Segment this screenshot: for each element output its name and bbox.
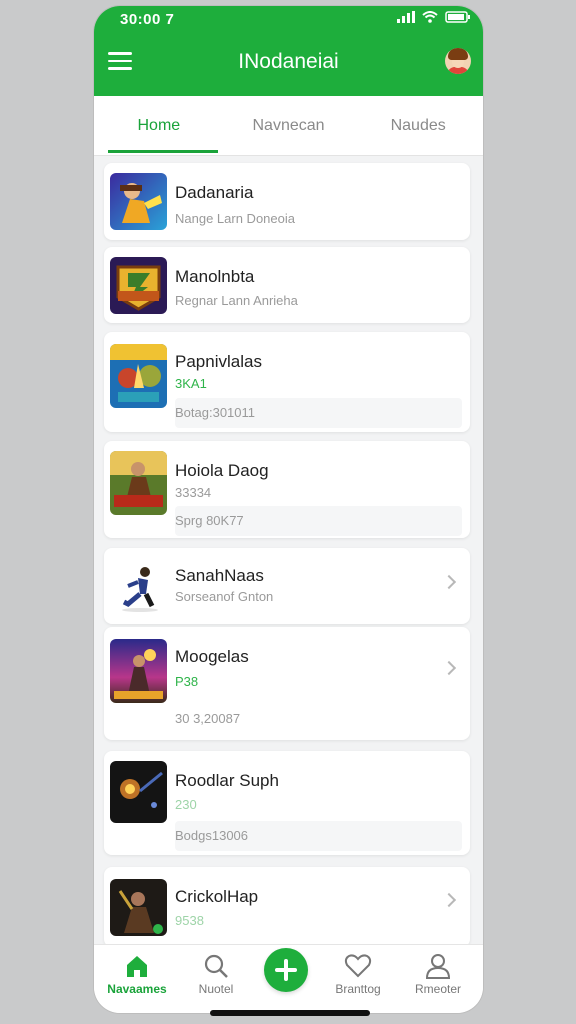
bottom-nav: Navaames Nuotel Branttog Rmeoter: [94, 944, 483, 1013]
list-item[interactable]: SanahNaas Sorseanof Gnton: [104, 548, 470, 624]
list-item[interactable]: Hoiola Daog 33334 Sprg 80K77: [104, 441, 470, 538]
item-name: Roodlar Suph: [175, 771, 279, 790]
item-name: Dadanaria: [175, 183, 254, 202]
person-icon: [425, 954, 451, 979]
nav-profile[interactable]: Rmeoter: [400, 945, 476, 1013]
nav-profile-label: Rmeoter: [414, 982, 461, 996]
item-name: Hoiola Daog: [175, 461, 269, 480]
item-subtitle: 33334: [175, 485, 212, 500]
item-subtitle: Nange Larn Doneoia: [175, 211, 295, 226]
game-art-fantasy-icon: [110, 639, 167, 703]
item-subtitle: Sorseanof Gnton: [175, 589, 274, 604]
add-button[interactable]: [264, 948, 308, 992]
item-subtitle: 9538: [175, 913, 204, 928]
list-item[interactable]: Roodlar Suph 230 Bodgs13006: [104, 751, 470, 855]
game-art-badge-icon: [110, 257, 167, 314]
list-item[interactable]: CrickolHap 9538: [104, 867, 470, 947]
list-item[interactable]: Manolnbta Regnar Lann Anrieha: [104, 247, 470, 323]
item-meta: Botag:301011: [175, 398, 462, 428]
home-indicator: [210, 1010, 370, 1016]
item-name: Manolnbta: [175, 267, 255, 286]
runner-figure-icon: [110, 558, 167, 615]
item-name: SanahNaas: [175, 566, 264, 585]
item-meta-text: Bodgs13006: [175, 828, 249, 843]
status-icons: [397, 11, 471, 23]
item-meta: Sprg 80K77: [175, 506, 462, 536]
item-meta-text: 30 3,20087: [175, 711, 241, 726]
item-name: Moogelas: [175, 647, 249, 666]
chevron-right-icon: [441, 574, 457, 590]
heart-icon: [344, 954, 372, 978]
item-meta: Bodgs13006: [175, 821, 462, 851]
item-name: Papnivlalas: [175, 352, 262, 371]
phone-screen: 30:00 7 INodaneiai Home Navnecan Naudes: [94, 6, 483, 1013]
search-icon: [204, 954, 228, 978]
item-meta: 30 3,20087: [175, 704, 462, 734]
tab-bar: Home Navnecan Naudes: [94, 96, 483, 156]
item-meta-text: Sprg 80K77: [175, 513, 244, 528]
list-item[interactable]: Dadanaria Nange Larn Doneoia: [104, 163, 470, 240]
nav-home[interactable]: Navaames: [99, 945, 175, 1013]
tab-home[interactable]: Home: [94, 96, 224, 155]
game-art-warrior-icon: [110, 451, 167, 515]
tab-navnecan[interactable]: Navnecan: [224, 96, 354, 155]
item-name: CrickolHap: [175, 887, 259, 906]
game-art-hero-icon: [110, 173, 167, 230]
list-item[interactable]: Papnivlalas 3KA1 Botag:301011: [104, 332, 470, 432]
item-subtitle: Regnar Lann Anrieha: [175, 293, 298, 308]
nav-favorites[interactable]: Branttog: [320, 945, 396, 1013]
item-meta-text: Botag:301011: [175, 405, 255, 420]
game-art-battle-icon: [110, 344, 167, 408]
nav-search-label: Nuotel: [198, 982, 234, 996]
avatar[interactable]: [445, 48, 471, 74]
item-subtitle: 230: [175, 797, 197, 812]
battery-icon: [445, 11, 471, 23]
tab-naudes[interactable]: Naudes: [353, 96, 483, 155]
nav-favorites-label: Branttog: [335, 982, 381, 996]
app-header: 30:00 7 INodaneiai: [94, 6, 483, 96]
item-subtitle: P38: [175, 674, 199, 689]
wifi-icon: [422, 11, 438, 23]
signal-icon: [397, 11, 415, 23]
chevron-right-icon: [441, 892, 457, 908]
game-art-space-icon: [110, 761, 167, 823]
app-title: INodaneiai: [238, 50, 339, 73]
item-subtitle: 3KA1: [175, 376, 207, 391]
nav-search[interactable]: Nuotel: [178, 945, 254, 1013]
chevron-right-icon: [441, 660, 457, 676]
home-icon: [127, 956, 147, 977]
game-art-dark-icon: [110, 879, 167, 936]
list-item[interactable]: Moogelas P38 30 3,20087: [104, 627, 470, 740]
nav-home-label: Navaames: [107, 982, 167, 996]
status-time: 30:00 7: [120, 11, 175, 28]
